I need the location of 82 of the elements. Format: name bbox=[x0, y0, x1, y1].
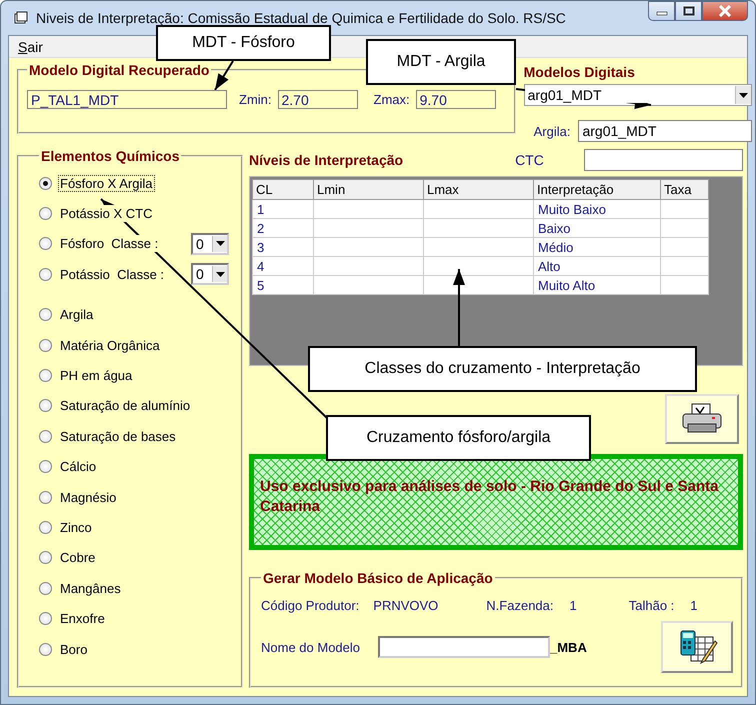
table-cell: 5 bbox=[252, 276, 314, 294]
producer-label: Código Produtor: bbox=[261, 598, 360, 613]
model-dropdown[interactable]: arg01_MDT bbox=[524, 84, 752, 106]
window-icon bbox=[14, 11, 28, 25]
maximize-button[interactable] bbox=[675, 1, 702, 21]
zmax-label: Zmax: bbox=[374, 92, 410, 107]
ctc-field[interactable] bbox=[584, 149, 743, 171]
radio-button[interactable] bbox=[39, 399, 52, 412]
table-cell bbox=[660, 200, 708, 218]
section-title: Níveis de Interpretação bbox=[249, 152, 404, 168]
radio-button[interactable] bbox=[39, 490, 52, 504]
callout-box: MDT - Fósforo bbox=[156, 25, 331, 61]
option-label[interactable]: PH em água bbox=[58, 367, 134, 384]
table-cell bbox=[660, 218, 708, 238]
model-name-field[interactable] bbox=[378, 636, 550, 658]
farm-number: 1 bbox=[570, 598, 577, 613]
column-header[interactable]: CL bbox=[252, 180, 314, 200]
argila-label: Argila: bbox=[534, 124, 570, 138]
producer-code: PRNVOVO bbox=[373, 598, 438, 613]
zmin-field[interactable]: 2.70 bbox=[278, 90, 358, 109]
zmax-field[interactable]: 9.70 bbox=[416, 90, 496, 109]
suffix-label: _MBA bbox=[550, 640, 587, 654]
group-title: Elementos Químicos bbox=[39, 148, 182, 164]
table-cell: 1 bbox=[252, 200, 314, 218]
radio-button[interactable] bbox=[39, 369, 52, 382]
callout-box: MDT - Argila bbox=[366, 39, 516, 85]
close-button[interactable] bbox=[702, 1, 748, 21]
radio-button[interactable] bbox=[39, 338, 52, 352]
table-cell bbox=[660, 276, 708, 294]
radio-button[interactable] bbox=[39, 207, 52, 220]
radio-button[interactable] bbox=[39, 582, 52, 595]
print-button[interactable] bbox=[665, 394, 739, 444]
table-cell: 3 bbox=[252, 238, 314, 256]
window-title: Niveis de Interpretação: Comissão Estadual de Quimica e Fertilidade do Solo. RS/SC bbox=[36, 10, 566, 26]
table-cell: Médio bbox=[534, 238, 660, 256]
maximize-icon bbox=[682, 6, 694, 16]
radio-button[interactable] bbox=[39, 460, 52, 474]
radio-button[interactable] bbox=[39, 268, 52, 281]
argila-field[interactable]: arg01_MDT bbox=[578, 120, 752, 142]
radio-button[interactable] bbox=[39, 430, 52, 443]
table-cell: Muito Baixo bbox=[534, 200, 660, 218]
calculator-button[interactable] bbox=[661, 621, 733, 673]
table-cell: Muito Alto bbox=[534, 276, 660, 294]
option-label[interactable]: Potássio X CTC bbox=[58, 205, 154, 222]
minimize-button[interactable] bbox=[648, 1, 675, 21]
column-header[interactable]: Interpretação bbox=[534, 180, 660, 200]
radio-button[interactable] bbox=[39, 520, 52, 534]
section-title: Modelos Digitais bbox=[524, 64, 636, 80]
callout-box: Cruzamento fósforo/argila bbox=[326, 415, 591, 461]
class-dropdown[interactable]: 0 bbox=[191, 232, 229, 255]
radio-button[interactable] bbox=[39, 642, 52, 656]
farm-label: N.Fazenda: bbox=[486, 598, 554, 613]
table-cell: Alto bbox=[534, 256, 660, 276]
table-cell: Baixo bbox=[534, 218, 660, 238]
ctc-label: CTC bbox=[515, 152, 544, 168]
group-title: Modelo Digital Recuperado bbox=[27, 62, 212, 78]
radio-button[interactable] bbox=[39, 551, 52, 564]
table-cell: 2 bbox=[252, 218, 314, 238]
table-cell: 4 bbox=[252, 256, 314, 276]
zmin-label: Zmin: bbox=[239, 92, 272, 107]
arrow bbox=[214, 60, 234, 91]
table-cell bbox=[660, 238, 708, 256]
option-label[interactable]: Fósforo X Argila bbox=[58, 174, 154, 192]
radio-button[interactable] bbox=[39, 176, 52, 190]
model-field[interactable]: P_TAL1_MDT bbox=[27, 90, 227, 109]
table-cell bbox=[660, 256, 708, 276]
callout-box: Classes do cruzamento - Interpretação bbox=[308, 346, 697, 392]
model-name-label: Nome do Modelo bbox=[261, 640, 360, 654]
column-header[interactable]: Taxa bbox=[660, 180, 708, 200]
class-dropdown[interactable]: 0 bbox=[191, 263, 229, 286]
column-header[interactable]: Lmin bbox=[314, 180, 424, 200]
radio-button[interactable] bbox=[39, 308, 52, 322]
option-label[interactable]: Fósforo Classe : bbox=[58, 235, 160, 252]
plot-label: Talhão : bbox=[628, 598, 674, 613]
group-title: Gerar Modelo Básico de Aplicação bbox=[261, 570, 495, 586]
radio-button[interactable] bbox=[39, 612, 52, 626]
radio-button[interactable] bbox=[39, 237, 52, 250]
option-label[interactable]: Saturação de alumínio bbox=[58, 397, 192, 414]
close-icon bbox=[718, 5, 732, 17]
menu-item[interactable]: Sair bbox=[15, 38, 46, 54]
plot-number: 1 bbox=[690, 598, 698, 613]
column-header[interactable]: Lmax bbox=[424, 180, 534, 200]
